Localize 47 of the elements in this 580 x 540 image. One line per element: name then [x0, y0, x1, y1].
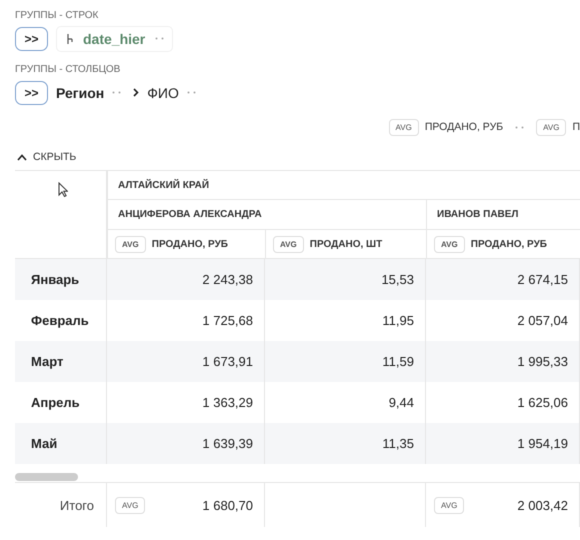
hierarchy-chip[interactable]: date_hier	[56, 26, 174, 52]
row-header: Март	[15, 341, 107, 382]
measure-header: ПРОДАНО, ШТ	[310, 238, 382, 250]
row-header: Май	[15, 423, 107, 464]
row-header: Январь	[15, 259, 107, 300]
aggregation-badge[interactable]: AVG	[536, 118, 566, 136]
measure-label[interactable]: П	[572, 121, 580, 133]
total-value: 2 003,42	[517, 498, 568, 512]
measure-header: ПРОДАНО, РУБ	[152, 238, 228, 250]
chevron-up-icon	[17, 154, 27, 160]
table-cell: 1 954,19	[426, 423, 580, 464]
column-header: АНЦИФЕРОВА АЛЕКСАНДРА	[107, 200, 426, 230]
table-cell: 1 639,39	[107, 423, 265, 464]
group-field[interactable]: ФИО	[147, 84, 179, 100]
table-cell: 1 995,33	[426, 341, 580, 382]
drag-handle-icon[interactable]	[155, 37, 164, 40]
aggregation-badge[interactable]: AVG	[434, 236, 465, 252]
table-cell: 15,53	[265, 259, 426, 300]
hierarchy-icon	[67, 34, 73, 44]
section-label: ГРУППЫ - СТОЛБЦОВ	[15, 64, 122, 75]
aggregation-badge[interactable]: AVG	[115, 236, 146, 252]
expand-button[interactable]: >>	[15, 26, 48, 50]
drag-handle-icon[interactable]	[186, 91, 196, 94]
measure-header: ПРОДАНО, РУБ	[470, 238, 547, 250]
aggregation-badge[interactable]: AVG	[115, 496, 146, 514]
scrollbar-thumb[interactable]	[15, 473, 78, 481]
group-field[interactable]: Регион	[56, 84, 104, 100]
table-cell: 2 243,38	[107, 259, 265, 300]
table-cell: 11,59	[265, 341, 426, 382]
measure-label[interactable]: ПРОДАНО, РУБ	[424, 121, 504, 133]
cursor-icon	[58, 182, 68, 197]
column-header: ИВАНОВ ПАВЕЛ	[426, 200, 580, 230]
column-header: АЛТАЙСКИЙ КРАЙ	[107, 171, 580, 200]
total-label: Итого	[15, 483, 107, 527]
table-cell: 1 673,91	[107, 341, 265, 382]
collapse-toggle[interactable]: СКРЫТЬ	[15, 149, 76, 165]
chevron-right-icon	[133, 88, 140, 97]
drag-handle-icon[interactable]	[112, 91, 122, 94]
expand-button[interactable]: >>	[15, 80, 48, 104]
section-label: ГРУППЫ - СТРОК	[15, 10, 100, 21]
aggregation-badge[interactable]: AVG	[434, 496, 464, 514]
table-cell: 2 674,15	[426, 259, 580, 300]
total-value: 1 680,70	[202, 498, 253, 512]
aggregation-badge[interactable]: AVG	[273, 236, 304, 252]
aggregation-badge[interactable]: AVG	[388, 118, 419, 136]
drag-handle-icon[interactable]	[515, 126, 524, 128]
table-cell: 11,35	[265, 423, 426, 464]
